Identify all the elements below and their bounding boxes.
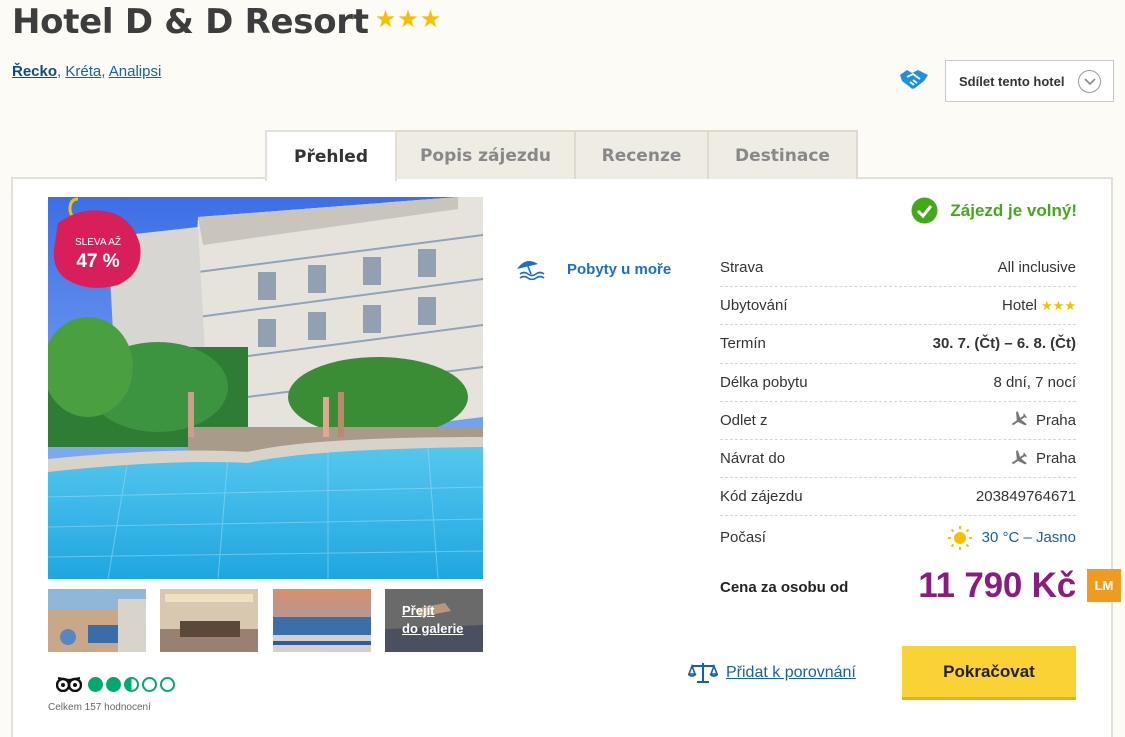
detail-value[interactable]: 30 °C – Jasno <box>947 525 1076 551</box>
detail-label: Odlet z <box>720 411 768 429</box>
detail-row-odlet: Odlet z Praha <box>720 402 1076 440</box>
last-minute-tag: LM <box>1087 569 1121 602</box>
gallery-thumbnail-bar[interactable] <box>160 589 258 652</box>
detail-value: Praha <box>1010 411 1076 429</box>
detail-value: Praha <box>1010 449 1076 468</box>
detail-value: 203849764671 <box>975 488 1076 506</box>
tab-bar: Přehled Popis zájezdu Recenze Destinace <box>265 130 858 181</box>
detail-row-pocasi: Počasí 30 °C – Jasno <box>720 516 1076 559</box>
check-circle-icon <box>911 197 938 224</box>
price-value: 11 790 Kč <box>918 566 1076 605</box>
tab-recenze[interactable]: Recenze <box>574 130 709 179</box>
category-label: Pobyty u moře <box>567 260 672 278</box>
chevron-down-icon <box>1078 70 1101 93</box>
rating-dot <box>124 676 139 692</box>
hotel-stars: ★★★ <box>374 5 443 33</box>
availability-status: Zájezd je volný! <box>911 197 1077 224</box>
detail-value: Hotel ★★★ <box>1002 297 1076 315</box>
detail-label: Termín <box>720 335 766 353</box>
plane-icon <box>1011 411 1028 426</box>
rating-dot <box>142 676 157 692</box>
breadcrumb: Řecko, Kréta, Analipsi <box>12 63 162 80</box>
trip-details: Strava All inclusive Ubytování Hotel ★★★ … <box>720 249 1076 559</box>
breadcrumb-town[interactable]: Analipsi <box>109 63 162 80</box>
detail-label: Kód zájezdu <box>720 488 803 506</box>
discount-badge: SLEVA AŽ 47 % <box>53 197 141 288</box>
share-hotel-button[interactable]: Sdílet tento hotel <box>945 60 1114 102</box>
rating-count: Celkem 157 hodnocení <box>48 702 151 713</box>
detail-value: All inclusive <box>997 259 1076 277</box>
share-label: Sdílet tento hotel <box>959 73 1065 89</box>
detail-value: 8 dní, 7 nocí <box>993 373 1076 391</box>
detail-row-kod: Kód zájezdu 203849764671 <box>720 478 1076 517</box>
continue-button[interactable]: Pokračovat <box>902 646 1076 700</box>
breadcrumb-region[interactable]: Kréta <box>65 63 101 80</box>
add-to-compare-link[interactable]: Přidat k porovnání <box>688 661 856 685</box>
scales-icon <box>688 663 718 683</box>
gallery-link-tile[interactable]: Přejít do galerie <box>385 589 483 652</box>
availability-text: Zájezd je volný! <box>950 200 1077 220</box>
gallery-thumbnail-beach[interactable] <box>273 589 371 652</box>
category-link[interactable]: Pobyty u moře <box>516 258 671 280</box>
tripadvisor-owl-icon <box>56 677 82 692</box>
detail-row-termin: Termín 30. 7. (Čt) – 6. 8. (Čt) <box>720 325 1076 364</box>
detail-label: Ubytování <box>720 297 788 315</box>
handshake-icon[interactable] <box>898 66 930 92</box>
detail-row-strava: Strava All inclusive <box>720 249 1076 288</box>
beach-umbrella-icon <box>517 260 545 280</box>
detail-label: Délka pobytu <box>720 373 808 391</box>
gallery-link[interactable]: Přejít do galerie <box>402 602 463 638</box>
detail-row-ubytovani: Ubytování Hotel ★★★ <box>720 287 1076 326</box>
rating-dot <box>88 676 103 692</box>
rating-dot <box>106 676 121 692</box>
rating-dot <box>160 676 175 692</box>
tripadvisor-rating[interactable] <box>56 676 178 692</box>
accommodation-stars: ★★★ <box>1041 297 1076 313</box>
gallery-thumbnail-terrace[interactable] <box>48 589 146 652</box>
badge-line1: SLEVA AŽ <box>75 235 121 248</box>
detail-label: Strava <box>720 259 764 277</box>
page-title: Hotel D & D Resort ★★★ <box>12 2 442 42</box>
breadcrumb-country[interactable]: Řecko <box>12 63 57 80</box>
price-label: Cena za osobu od <box>720 579 849 596</box>
detail-row-delka: Délka pobytu 8 dní, 7 nocí <box>720 364 1076 402</box>
detail-row-navrat: Návrat do Praha <box>720 440 1076 479</box>
detail-label: Návrat do <box>720 450 786 468</box>
compare-label: Přidat k porovnání <box>726 664 856 681</box>
tab-destinace[interactable]: Destinace <box>707 130 858 179</box>
detail-label: Počasí <box>720 529 766 547</box>
detail-value: 30. 7. (Čt) – 6. 8. (Čt) <box>932 335 1076 353</box>
tab-prehled[interactable]: Přehled <box>265 130 397 181</box>
tab-popis-zajezdu[interactable]: Popis zájezdu <box>395 130 576 179</box>
plane-icon <box>1011 449 1028 464</box>
hotel-name: Hotel D & D Resort <box>12 2 369 42</box>
badge-line2: 47 % <box>76 251 119 272</box>
sun-icon <box>947 525 972 550</box>
